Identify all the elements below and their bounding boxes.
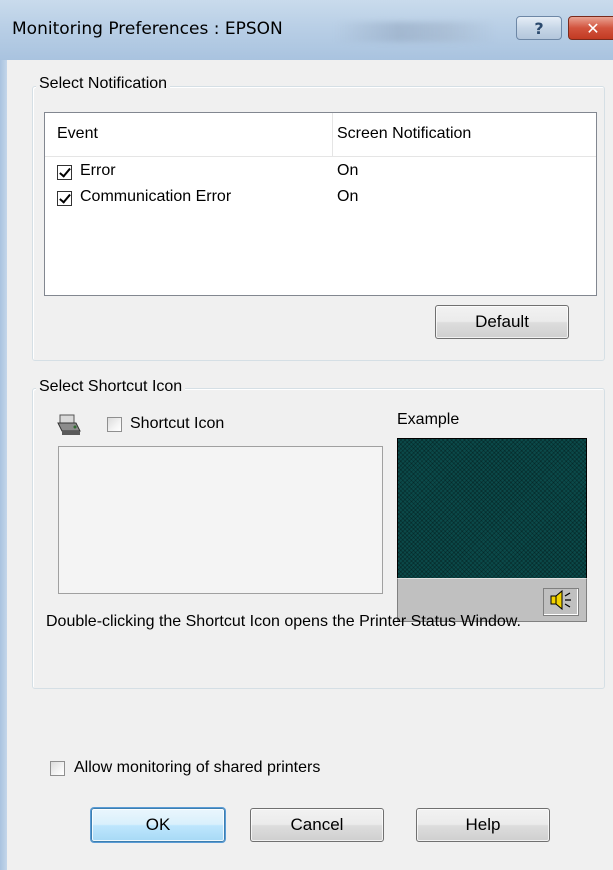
event-list[interactable]: Event Screen Notification Error On Commu… bbox=[44, 112, 597, 296]
event-name: Error bbox=[80, 162, 116, 179]
select-notification-label: Select Notification bbox=[36, 75, 171, 93]
shortcut-icon-checkbox[interactable] bbox=[107, 417, 122, 432]
event-name: Communication Error bbox=[80, 188, 232, 205]
allow-shared-monitoring-checkbox[interactable] bbox=[50, 761, 65, 776]
help-icon: ? bbox=[534, 18, 544, 38]
printer-icon bbox=[56, 413, 82, 437]
list-item[interactable]: Error On bbox=[45, 161, 596, 187]
column-event[interactable]: Event bbox=[57, 125, 98, 143]
list-header: Event Screen Notification bbox=[45, 113, 596, 157]
window-title: Monitoring Preferences : EPSON bbox=[12, 19, 283, 39]
shortcut-icon-label[interactable]: Shortcut Icon bbox=[130, 415, 224, 433]
list-item[interactable]: Communication Error On bbox=[45, 187, 596, 213]
dialog-window: Monitoring Preferences : EPSON ? ✕ Selec… bbox=[0, 0, 613, 870]
icon-list[interactable] bbox=[58, 446, 383, 594]
cancel-button[interactable]: Cancel bbox=[250, 808, 384, 842]
select-shortcut-icon-label: Select Shortcut Icon bbox=[36, 378, 186, 396]
column-screen-notification[interactable]: Screen Notification bbox=[337, 125, 471, 143]
example-label: Example bbox=[397, 411, 460, 428]
allow-shared-monitoring-label[interactable]: Allow monitoring of shared printers bbox=[74, 759, 320, 777]
close-button[interactable]: ✕ bbox=[568, 16, 613, 40]
title-obscured-text bbox=[335, 22, 495, 42]
column-separator[interactable] bbox=[332, 113, 333, 157]
title-bar[interactable]: Monitoring Preferences : EPSON ? ✕ bbox=[0, 0, 613, 60]
dialog-content: Select Notification Event Screen Notific… bbox=[7, 60, 613, 870]
notification-value: On bbox=[337, 188, 359, 205]
communication-error-checkbox[interactable] bbox=[57, 191, 72, 206]
ok-button[interactable]: OK bbox=[91, 808, 225, 842]
close-icon: ✕ bbox=[586, 18, 600, 38]
help-button[interactable]: Help bbox=[416, 808, 550, 842]
window-frame bbox=[0, 60, 7, 870]
error-checkbox[interactable] bbox=[57, 165, 72, 180]
example-desktop bbox=[397, 438, 587, 579]
default-button[interactable]: Default bbox=[435, 305, 569, 339]
notification-value: On bbox=[337, 162, 359, 179]
help-titlebar-button[interactable]: ? bbox=[516, 16, 562, 40]
shortcut-description: Double-clicking the Shortcut Icon opens … bbox=[46, 613, 521, 630]
